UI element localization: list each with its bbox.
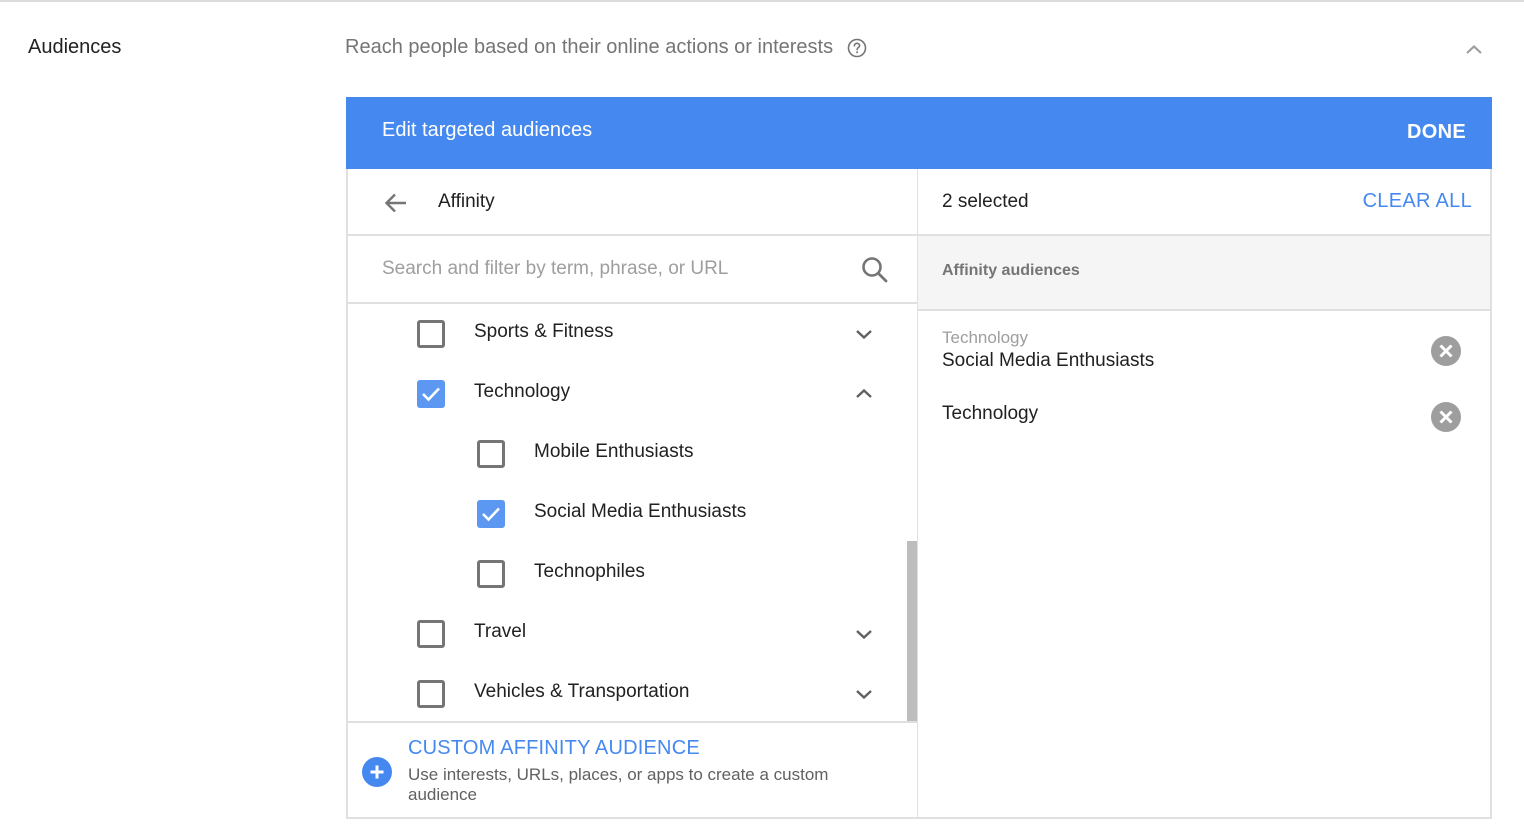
checkbox-checked[interactable]: [417, 380, 445, 408]
audience-editor: Edit targeted audiences DONE Affinity Sp…: [346, 97, 1492, 819]
selected-item-name: Social Media Enthusiasts: [942, 350, 1155, 371]
section-subtitle-text: Reach people based on their online actio…: [345, 36, 834, 58]
section-label: Audiences: [28, 36, 122, 58]
selected-item-name: Technology: [942, 403, 1039, 424]
selected-item: Technology: [918, 391, 1490, 443]
list-item[interactable]: Vehicles & Transportation: [348, 664, 904, 721]
list-item[interactable]: Technophiles: [348, 544, 904, 604]
selected-item-category: Technology: [942, 328, 1029, 347]
checkbox-unchecked[interactable]: [417, 620, 445, 648]
top-divider: [0, 0, 1524, 2]
search-icon[interactable]: [860, 255, 890, 285]
selected-header: 2 selected CLEAR ALL: [918, 169, 1490, 236]
custom-affinity-description: Use interests, URLs, places, or apps to …: [408, 765, 829, 804]
remove-circle-icon[interactable]: [1430, 335, 1462, 367]
custom-affinity-title: CUSTOM AFFINITY AUDIENCE: [408, 737, 700, 759]
selected-group-label: Affinity audiences: [942, 262, 1080, 279]
arrow-back-icon[interactable]: [382, 189, 410, 217]
selected-group-header: Affinity audiences: [918, 236, 1490, 311]
chevron-up-icon[interactable]: [1462, 38, 1486, 62]
clear-all-button[interactable]: CLEAR ALL: [1363, 190, 1472, 213]
chevron-down-icon[interactable]: [852, 322, 876, 346]
selected-item: Technology Social Media Enthusiasts: [918, 311, 1490, 391]
checkbox-unchecked[interactable]: [477, 560, 505, 588]
list-item-label: Vehicles & Transportation: [474, 681, 690, 702]
browse-nav: Affinity: [348, 169, 917, 236]
chevron-up-icon[interactable]: [852, 382, 876, 406]
selected-panel: 2 selected CLEAR ALL Affinity audiences …: [918, 169, 1492, 819]
editor-header: Edit targeted audiences DONE: [346, 97, 1492, 169]
list-item-label: Mobile Enthusiasts: [534, 441, 694, 462]
chevron-down-icon[interactable]: [852, 682, 876, 706]
list-item-label: Travel: [474, 621, 527, 642]
list-item-label: Social Media Enthusiasts: [534, 501, 747, 522]
audience-list: Sports & Fitness Technology Mobile Enthusi…: [348, 304, 917, 721]
search-bar: [348, 236, 917, 304]
checkbox-unchecked[interactable]: [417, 320, 445, 348]
list-item-label: Sports & Fitness: [474, 321, 614, 342]
browse-panel: Affinity Sports & Fitness Technology Mobil…: [346, 169, 919, 819]
done-button[interactable]: DONE: [1407, 121, 1466, 144]
section-subtitle: Reach people based on their online actio…: [345, 36, 867, 59]
list-item[interactable]: Social Media Enthusiasts: [348, 484, 904, 544]
list-item-label: Technophiles: [534, 561, 645, 582]
selected-count: 2 selected: [942, 191, 1029, 212]
checkbox-unchecked[interactable]: [477, 440, 505, 468]
list-item[interactable]: Mobile Enthusiasts: [348, 424, 904, 484]
scrollbar-thumb[interactable]: [907, 541, 917, 721]
search-input[interactable]: [382, 252, 842, 286]
chevron-down-icon[interactable]: [852, 622, 876, 646]
list-item[interactable]: Technology: [348, 364, 904, 424]
remove-circle-icon[interactable]: [1430, 401, 1462, 433]
editor-title: Edit targeted audiences: [382, 119, 593, 141]
list-item[interactable]: Sports & Fitness: [348, 304, 904, 364]
list-item[interactable]: Travel: [348, 604, 904, 664]
browse-title: Affinity: [438, 191, 495, 212]
list-item-label: Technology: [474, 381, 571, 402]
help-circle-icon[interactable]: [847, 38, 867, 58]
checkbox-checked[interactable]: [477, 500, 505, 528]
custom-affinity-audience-button[interactable]: CUSTOM AFFINITY AUDIENCE Use interests, …: [348, 721, 917, 817]
checkbox-unchecked[interactable]: [417, 680, 445, 708]
add-circle-icon: [362, 757, 392, 787]
